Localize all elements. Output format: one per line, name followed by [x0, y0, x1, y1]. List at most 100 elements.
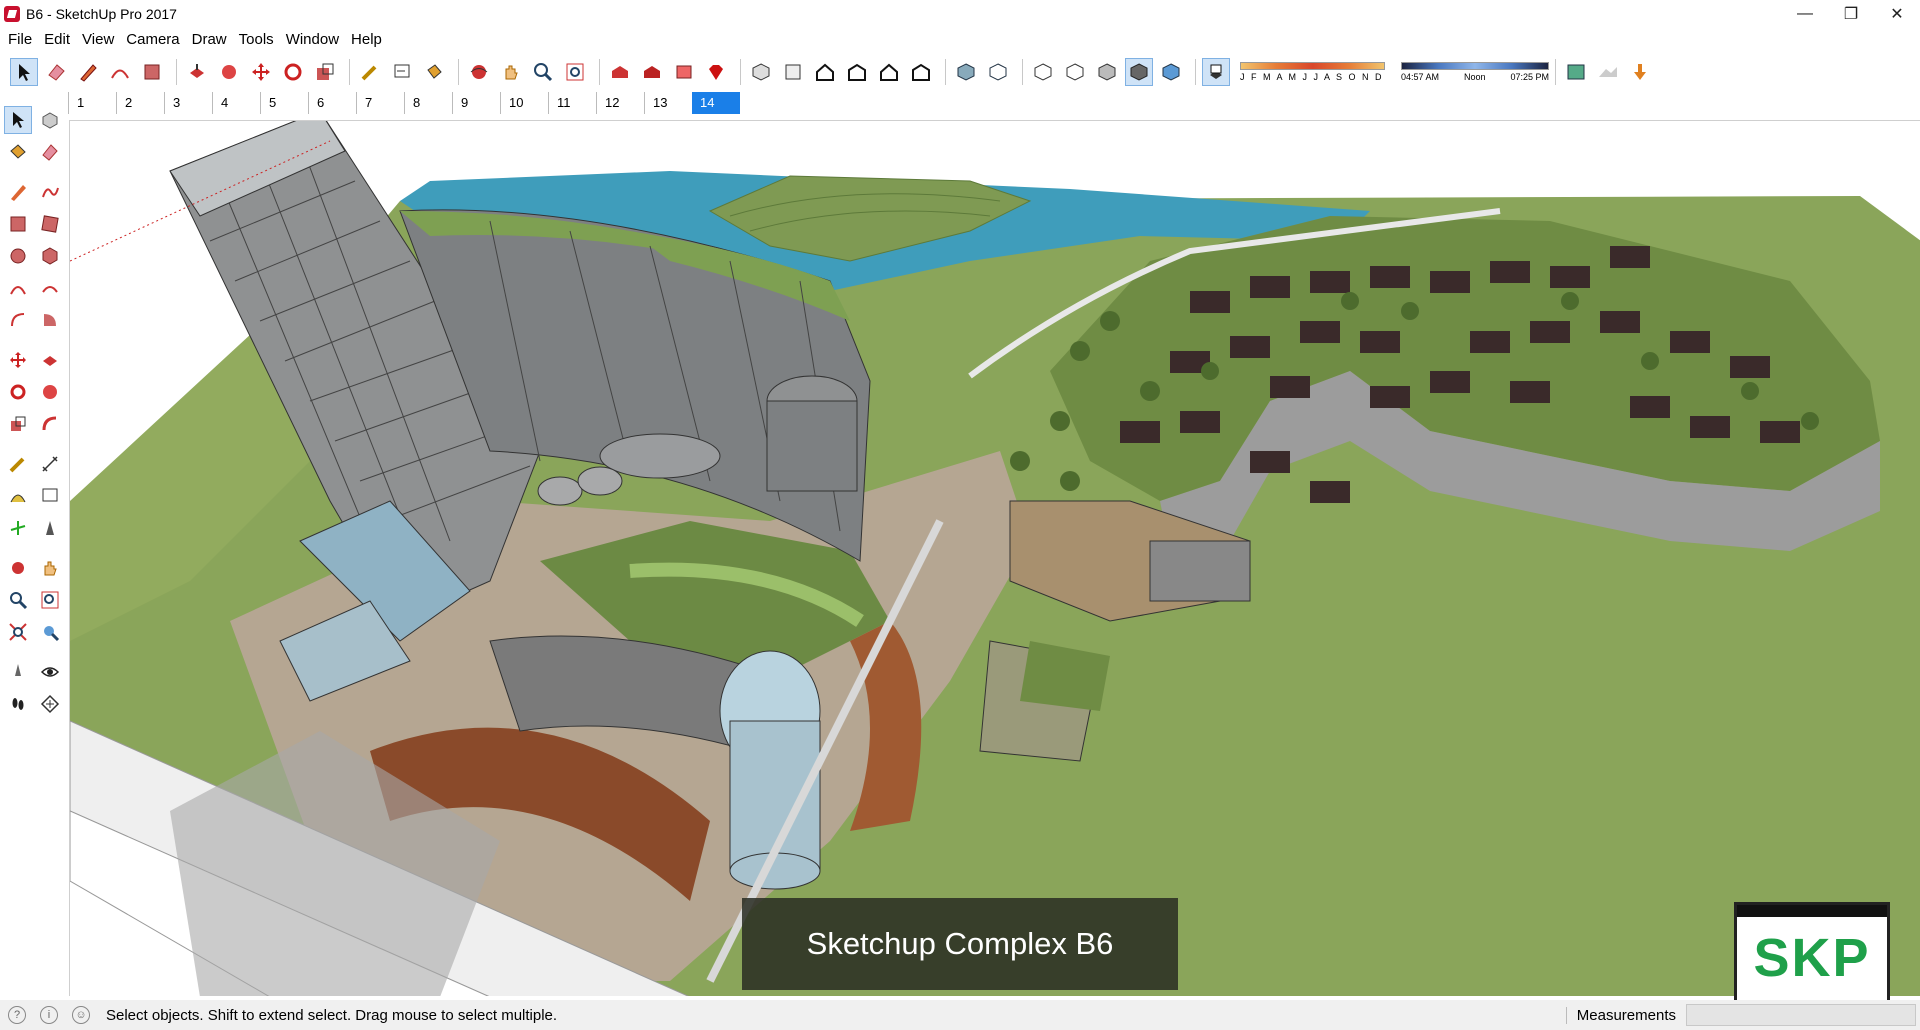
- menu-camera[interactable]: Camera: [120, 28, 185, 52]
- import-button[interactable]: [1626, 58, 1654, 86]
- top-view-button[interactable]: [779, 58, 807, 86]
- previous-view-tool[interactable]: [36, 618, 64, 646]
- left-view-button[interactable]: [907, 58, 935, 86]
- text-tool[interactable]: [36, 482, 64, 510]
- zoom-tool[interactable]: [4, 586, 32, 614]
- restore-button[interactable]: ❐: [1828, 0, 1874, 28]
- text-tool-button[interactable]: [388, 58, 416, 86]
- scene-tab[interactable]: 1: [68, 92, 116, 114]
- scene-tab[interactable]: 10: [500, 92, 548, 114]
- pie-tool[interactable]: [36, 306, 64, 334]
- scene-tab[interactable]: 2: [116, 92, 164, 114]
- section-plane-tool[interactable]: [36, 690, 64, 718]
- menu-edit[interactable]: Edit: [38, 28, 76, 52]
- push-pull-tool[interactable]: [36, 346, 64, 374]
- back-edges-button[interactable]: [984, 58, 1012, 86]
- shadows-toggle-button[interactable]: [1202, 58, 1230, 86]
- look-around-tool[interactable]: [36, 658, 64, 686]
- polygon-tool[interactable]: [36, 242, 64, 270]
- offset-tool[interactable]: [36, 410, 64, 438]
- scene-tab[interactable]: 9: [452, 92, 500, 114]
- tape-measure-button[interactable]: [356, 58, 384, 86]
- scene-tab[interactable]: 6: [308, 92, 356, 114]
- menu-file[interactable]: File: [2, 28, 38, 52]
- axes-tool[interactable]: [4, 514, 32, 542]
- credits-icon[interactable]: i: [40, 1006, 58, 1024]
- dimension-tool[interactable]: [36, 450, 64, 478]
- eraser-tool[interactable]: [36, 138, 64, 166]
- shaded-textures-button[interactable]: [1125, 58, 1153, 86]
- front-view-button[interactable]: [811, 58, 839, 86]
- menu-draw[interactable]: Draw: [186, 28, 233, 52]
- line-tool[interactable]: [4, 178, 32, 206]
- follow-me-button[interactable]: [215, 58, 243, 86]
- minimize-button[interactable]: —: [1782, 0, 1828, 28]
- shadow-date-bar[interactable]: [1240, 62, 1385, 70]
- menu-tools[interactable]: Tools: [233, 28, 280, 52]
- zoom-extents-tool[interactable]: [4, 618, 32, 646]
- extension-warehouse-button[interactable]: [638, 58, 666, 86]
- right-view-button[interactable]: [843, 58, 871, 86]
- toggle-terrain-button[interactable]: [1594, 58, 1622, 86]
- select-tool-button[interactable]: [10, 58, 38, 86]
- rotated-rectangle-tool[interactable]: [36, 210, 64, 238]
- shape-tool-button[interactable]: [138, 58, 166, 86]
- freehand-tool[interactable]: [36, 178, 64, 206]
- add-location-button[interactable]: [1562, 58, 1590, 86]
- rotate-tool-button[interactable]: [279, 58, 307, 86]
- back-view-button[interactable]: [875, 58, 903, 86]
- shadow-time-bar[interactable]: [1401, 62, 1549, 70]
- three-point-arc-tool[interactable]: [4, 306, 32, 334]
- eraser-tool-button[interactable]: [42, 58, 70, 86]
- menu-help[interactable]: Help: [345, 28, 388, 52]
- move-tool[interactable]: [4, 346, 32, 374]
- line-tool-button[interactable]: [74, 58, 102, 86]
- scene-tab-active[interactable]: 14: [692, 92, 740, 114]
- scene-tab[interactable]: 8: [404, 92, 452, 114]
- 3d-text-tool[interactable]: [36, 514, 64, 542]
- geo-location-icon[interactable]: ?: [8, 1006, 26, 1024]
- scene-tab[interactable]: 4: [212, 92, 260, 114]
- scale-tool-button[interactable]: [311, 58, 339, 86]
- scene-tab[interactable]: 12: [596, 92, 644, 114]
- menu-window[interactable]: Window: [280, 28, 345, 52]
- scene-tab[interactable]: 5: [260, 92, 308, 114]
- walk-tool[interactable]: [4, 690, 32, 718]
- extension-manager-button[interactable]: [702, 58, 730, 86]
- position-camera-tool[interactable]: [4, 658, 32, 686]
- scene-tab[interactable]: 7: [356, 92, 404, 114]
- move-tool-button[interactable]: [247, 58, 275, 86]
- pan-button[interactable]: [497, 58, 525, 86]
- rotate-tool[interactable]: [4, 378, 32, 406]
- xray-button[interactable]: [952, 58, 980, 86]
- rectangle-tool[interactable]: [4, 210, 32, 238]
- paint-bucket-button[interactable]: [420, 58, 448, 86]
- user-account-icon[interactable]: ☺: [72, 1006, 90, 1024]
- scene-tab[interactable]: 3: [164, 92, 212, 114]
- pan-tool[interactable]: [36, 554, 64, 582]
- arc-tool[interactable]: [4, 274, 32, 302]
- model-viewport[interactable]: [69, 120, 1920, 996]
- shadow-date-slider[interactable]: J F M A M J J A S O N D: [1240, 62, 1385, 82]
- 3d-warehouse-button[interactable]: [606, 58, 634, 86]
- zoom-extents-button[interactable]: [561, 58, 589, 86]
- shadow-time-slider[interactable]: 04:57 AM Noon 07:25 PM: [1401, 62, 1549, 82]
- arc-tool-button[interactable]: [106, 58, 134, 86]
- shaded-button[interactable]: [1093, 58, 1121, 86]
- scene-tab[interactable]: 13: [644, 92, 692, 114]
- close-button[interactable]: ✕: [1874, 0, 1920, 28]
- scene-tab[interactable]: 11: [548, 92, 596, 114]
- zoom-button[interactable]: [529, 58, 557, 86]
- iso-view-button[interactable]: [747, 58, 775, 86]
- zoom-window-tool[interactable]: [36, 586, 64, 614]
- layout-button[interactable]: [670, 58, 698, 86]
- follow-me-tool[interactable]: [36, 378, 64, 406]
- measurements-input[interactable]: [1686, 1004, 1916, 1026]
- monochrome-button[interactable]: [1157, 58, 1185, 86]
- hidden-line-button[interactable]: [1061, 58, 1089, 86]
- wireframe-button[interactable]: [1029, 58, 1057, 86]
- orbit-tool[interactable]: [4, 554, 32, 582]
- make-component-tool[interactable]: [36, 106, 64, 134]
- tape-measure-tool[interactable]: [4, 450, 32, 478]
- two-point-arc-tool[interactable]: [36, 274, 64, 302]
